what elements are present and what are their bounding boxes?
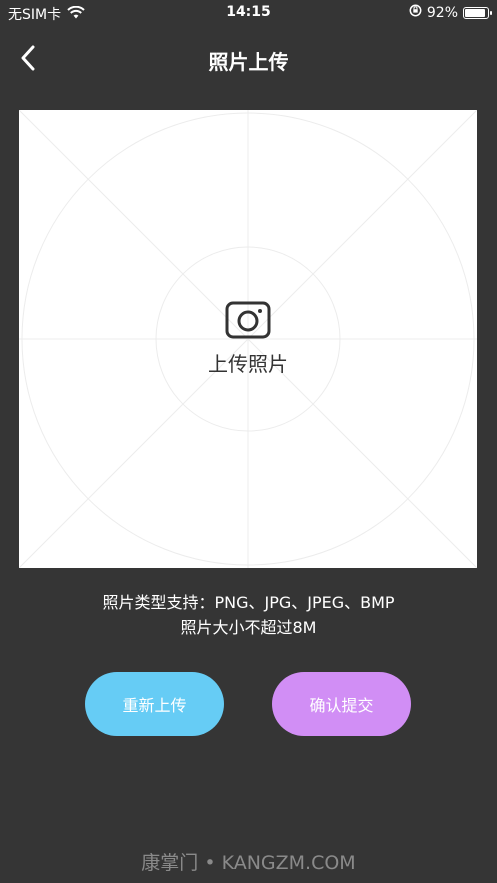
reupload-button[interactable]: 重新上传	[85, 672, 224, 736]
photo-upload-area[interactable]: 上传照片	[19, 110, 477, 568]
page-title: 照片上传	[208, 50, 289, 74]
battery-icon	[463, 6, 492, 19]
supported-types-text: 照片类型支持：PNG、JPG、JPEG、BMP	[102, 593, 395, 612]
upload-label: 上传照片	[208, 352, 288, 376]
size-limit-text: 照片大小不超过8M	[180, 618, 317, 637]
status-right: 92%	[409, 4, 492, 21]
upload-prompt: 上传照片	[19, 300, 477, 377]
battery-percent: 92%	[426, 4, 458, 21]
orientation-lock-icon	[409, 4, 422, 21]
confirm-submit-button[interactable]: 确认提交	[272, 672, 411, 736]
camera-icon	[225, 301, 271, 339]
status-bar: 无SIM卡 14:15 92%	[0, 0, 497, 26]
battery-level	[465, 8, 486, 17]
upload-requirements: 照片类型支持：PNG、JPG、JPEG、BMP 照片大小不超过8M	[0, 590, 497, 640]
watermark: 康掌门 • KANGZM.COM	[141, 852, 356, 874]
nav-bar: 照片上传	[0, 36, 497, 80]
